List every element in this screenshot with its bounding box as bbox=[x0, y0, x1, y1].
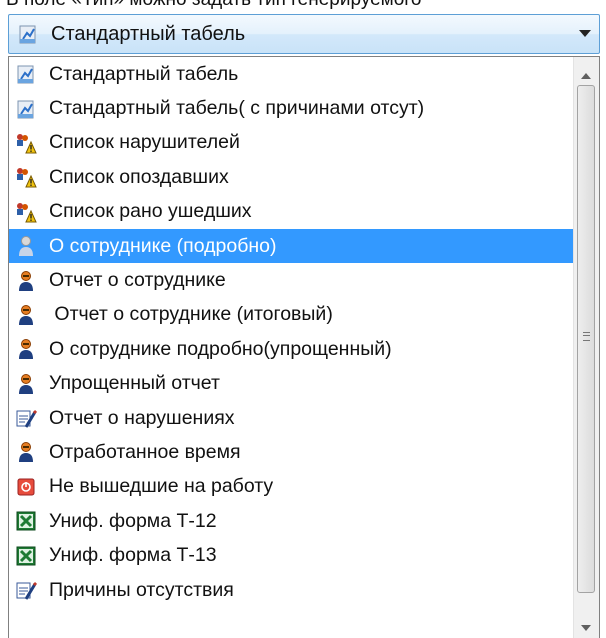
list-item[interactable]: Отчет о сотруднике (итоговый) bbox=[9, 298, 573, 332]
list-item-label: Отчет о нарушениях bbox=[49, 406, 235, 429]
list-item[interactable]: Не вышедшие на работу bbox=[9, 470, 573, 504]
employee-icon bbox=[15, 441, 37, 463]
list-item[interactable]: Список рано ушедших bbox=[9, 195, 573, 229]
list-item-label: О сотруднике подробно(упрощенный) bbox=[49, 337, 392, 360]
list-item[interactable]: Стандартный табель( с причинами отсут) bbox=[9, 91, 573, 125]
dropdown-arrow-icon[interactable] bbox=[579, 30, 591, 37]
list-item-label: Стандартный табель( с причинами отсут) bbox=[49, 97, 425, 120]
users-warning-icon bbox=[15, 132, 37, 154]
list-item-label: Список нарушителей bbox=[49, 131, 240, 154]
list-item-label: Отчет о сотруднике bbox=[49, 269, 226, 292]
list-item[interactable]: Отработанное время bbox=[9, 435, 573, 469]
report-type-dropdown-list[interactable]: Стандартный табель Стандартный табель( с … bbox=[8, 56, 600, 638]
report-type-combobox[interactable]: Стандартный табель bbox=[8, 14, 600, 54]
list-item-label: Отработанное время bbox=[49, 440, 241, 463]
list-item-label: О сотруднике (подробно) bbox=[49, 234, 277, 257]
list-item-label: Отчет о сотруднике (итоговый) bbox=[49, 303, 333, 326]
excel-icon bbox=[15, 510, 37, 532]
grip-icon bbox=[583, 332, 590, 341]
combobox-selected-label: Стандартный табель bbox=[51, 22, 246, 45]
list-item[interactable]: Стандартный табель bbox=[9, 57, 573, 91]
list-item-label: Не вышедшие на работу bbox=[49, 475, 274, 498]
excel-icon bbox=[15, 545, 37, 567]
list-item[interactable]: О сотруднике (подробно) bbox=[9, 228, 573, 264]
report-chart-icon bbox=[17, 23, 39, 45]
list-item[interactable]: Униф. форма Т-13 bbox=[9, 538, 573, 572]
users-warning-icon bbox=[15, 201, 37, 223]
vertical-scrollbar[interactable] bbox=[573, 57, 599, 638]
list-item-label: Стандартный табель bbox=[49, 62, 239, 85]
list-item-label: Список рано ушедших bbox=[49, 200, 252, 223]
users-warning-icon bbox=[15, 166, 37, 188]
list-item-label: Список опоздавших bbox=[49, 165, 229, 188]
list-item-label: Причины отсутствия bbox=[49, 578, 234, 601]
list-item[interactable]: Униф. форма Т-12 bbox=[9, 504, 573, 538]
employee-icon bbox=[15, 270, 37, 292]
employee-icon bbox=[15, 338, 37, 360]
employee-icon bbox=[15, 373, 37, 395]
scroll-down-arrow-icon[interactable] bbox=[581, 625, 591, 631]
instruction-text: В поле «Тип» можно задать тип генерируем… bbox=[6, 0, 606, 11]
scrollbar-thumb[interactable] bbox=[577, 85, 595, 593]
scroll-up-arrow-icon[interactable] bbox=[581, 73, 591, 79]
employee-icon bbox=[15, 235, 37, 257]
list-item[interactable]: Причины отсутствия bbox=[9, 573, 573, 607]
employee-icon bbox=[15, 304, 37, 326]
list-item[interactable]: Упрощенный отчет bbox=[9, 367, 573, 401]
list-item[interactable]: О сотруднике подробно(упрощенный) bbox=[9, 332, 573, 366]
list-item[interactable]: Список опоздавших bbox=[9, 160, 573, 194]
report-chart-icon bbox=[15, 63, 37, 85]
list-item-label: Униф. форма Т-13 bbox=[49, 544, 217, 567]
list-item[interactable]: Список нарушителей bbox=[9, 126, 573, 160]
report-chart-icon bbox=[15, 98, 37, 120]
list-item[interactable]: Отчет о сотруднике bbox=[9, 263, 573, 297]
violation-report-icon bbox=[15, 407, 38, 429]
violation-report-icon bbox=[15, 579, 38, 601]
list-item-label: Упрощенный отчет bbox=[49, 372, 220, 395]
absent-icon bbox=[15, 476, 37, 498]
list-item-label: Униф. форма Т-12 bbox=[49, 509, 217, 532]
list-item[interactable]: Отчет о нарушениях bbox=[9, 401, 573, 435]
